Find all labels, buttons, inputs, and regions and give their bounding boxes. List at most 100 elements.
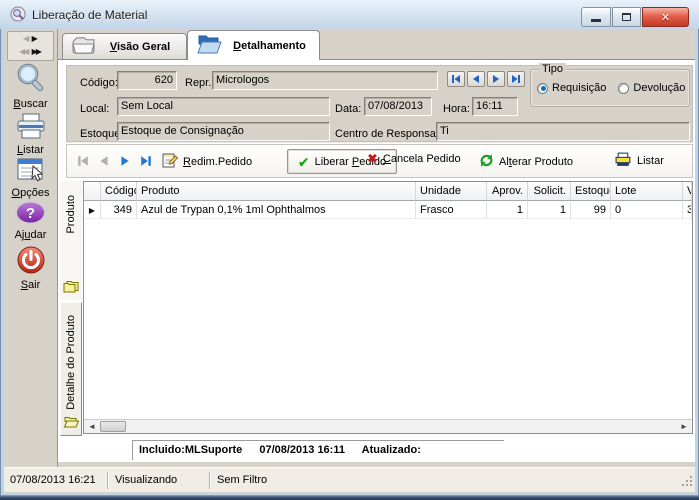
radio-requisicao[interactable]: Requisição (537, 82, 606, 94)
x-icon: ✖ (367, 153, 378, 165)
cell-aprov[interactable]: 1 (487, 201, 528, 219)
cell-v[interactable]: 3 (683, 201, 692, 219)
grid-col-v[interactable]: V (683, 182, 692, 201)
scroll-left-icon[interactable]: ◄ (84, 420, 100, 433)
tipo-groupbox: Tipo Requisição Devolução (530, 69, 690, 107)
data-field[interactable]: 07/08/2013 (364, 97, 432, 116)
grid-col-solicit[interactable]: Solicit. (528, 182, 571, 201)
next-icon[interactable] (119, 155, 131, 167)
nav-last-icon[interactable]: ▶▶ (32, 47, 40, 56)
grid-col-lote[interactable]: Lote (611, 182, 683, 201)
cell-unidade[interactable]: Frasco (416, 201, 487, 219)
atualizado-text: Atualizado: (362, 444, 421, 456)
grid-col-unidade[interactable]: Unidade (416, 182, 487, 201)
repr-label: Repr.: (185, 77, 214, 89)
record-audit-status: Incluido:MLSuporte 07/08/2013 16:11 Atua… (132, 440, 504, 460)
cell-estoque[interactable]: 99 (571, 201, 611, 219)
svg-text:?: ? (26, 205, 35, 222)
listar-button[interactable]: Listar (615, 152, 664, 170)
header-form-panel: Código: 620 Repr.: Micrologos Local: Sem… (66, 65, 693, 142)
nav-first-icon[interactable]: ◀◀ (19, 47, 27, 56)
skip-first-icon[interactable] (77, 155, 89, 167)
cell-lote[interactable]: 0 (611, 201, 683, 219)
sidebar-item-label: Listar (4, 144, 57, 156)
next-icon (491, 74, 501, 84)
title-bar: Liberação de Material ✕ (0, 0, 699, 29)
last-record-button[interactable] (507, 71, 525, 87)
sidebar-item-opcoes[interactable]: Opções (4, 157, 57, 199)
nav-next-icon[interactable]: ▶ (32, 34, 38, 43)
side-tab-label: Detalhe do Produto (65, 315, 77, 410)
estoque-field[interactable]: Estoque de Consignação (117, 122, 330, 141)
redim-pedido-button[interactable]: Redim.Pedido (161, 152, 252, 172)
sidebar-item-label: Opções (4, 187, 57, 199)
side-tab-detalhe-do-produto[interactable]: Detalhe do Produto (60, 302, 82, 436)
minimize-icon (591, 19, 601, 22)
skip-last-icon (511, 74, 521, 84)
grid-indicator-header (84, 182, 101, 201)
help-icon: ? (14, 216, 47, 228)
data-label: Data: (335, 103, 361, 115)
scroll-thumb[interactable] (100, 421, 126, 432)
skip-first-icon (451, 74, 461, 84)
side-tab-produto[interactable]: Produto (60, 181, 82, 300)
grid-col-aprov[interactable]: Aprov. (487, 182, 528, 201)
folders-closed-icon (63, 280, 79, 296)
radio-label: Requisição (552, 82, 606, 94)
next-record-button[interactable] (487, 71, 505, 87)
sidebar-item-label: Buscar (4, 98, 57, 110)
local-field[interactable]: Sem Local (117, 97, 330, 116)
radio-devolucao[interactable]: Devolução (618, 82, 685, 94)
alterar-produto-label: Alterar Produto (499, 156, 573, 168)
tab-visao-geral[interactable]: Visão Geral (62, 33, 187, 59)
redim-pedido-label: Redim.Pedido (183, 156, 252, 168)
hora-field[interactable]: 16:11 (472, 97, 518, 116)
maximize-icon (622, 13, 631, 21)
window-controls: ✕ (581, 7, 689, 27)
maximize-button[interactable] (612, 7, 641, 27)
tab-detalhamento[interactable]: Detalhamento (187, 30, 320, 60)
radio-label: Devolução (633, 82, 685, 94)
alterar-produto-button[interactable]: Alterar Produto (479, 153, 573, 171)
prev-icon[interactable] (98, 155, 110, 167)
sidebar-item-buscar[interactable]: Buscar (4, 62, 57, 110)
tab-label: Detalhamento (228, 40, 311, 52)
sidebar-item-sair[interactable]: Sair (4, 245, 57, 291)
side-tab-label: Produto (65, 195, 77, 234)
resize-grip[interactable] (681, 475, 693, 490)
products-grid[interactable]: Código Produto Unidade Aprov. Solicit. E… (83, 181, 693, 434)
centro-field[interactable]: Ti (436, 122, 690, 141)
cell-produto[interactable]: Azul de Trypan 0,1% 1ml Ophthalmos (137, 201, 416, 219)
sidebar-item-listar[interactable]: Listar (4, 113, 57, 156)
close-button[interactable]: ✕ (642, 7, 689, 27)
cell-codigo[interactable]: 349 (101, 201, 137, 219)
grid-header-row: Código Produto Unidade Aprov. Solicit. E… (84, 182, 692, 201)
minimize-button[interactable] (581, 7, 611, 27)
options-icon (16, 174, 46, 186)
cell-solicit[interactable]: 1 (528, 201, 571, 219)
scroll-right-icon[interactable]: ► (676, 420, 692, 433)
status-filter: Sem Filtro (211, 474, 695, 486)
prev-record-button[interactable] (467, 71, 485, 87)
grid-col-estoque[interactable]: Estoque (571, 182, 611, 201)
local-label: Local: (80, 103, 109, 115)
record-navigator-pad[interactable]: ◀ ▶ ◀◀ ▶▶ (7, 31, 54, 61)
power-icon (16, 266, 46, 278)
check-icon: ✔ (298, 156, 310, 168)
incluido-text: Incluido:MLSuporte (139, 444, 242, 456)
repr-field[interactable]: Micrologos (212, 71, 438, 90)
grid-row[interactable]: ▶ 349 Azul de Trypan 0,1% 1ml Ophthalmos… (84, 201, 692, 219)
skip-last-icon[interactable] (140, 155, 152, 167)
sidebar-item-ajudar[interactable]: ? Ajudar (4, 200, 57, 241)
grid-col-produto[interactable]: Produto (137, 182, 416, 201)
grid-col-codigo[interactable]: Código (101, 182, 137, 201)
nav-prev-icon[interactable]: ◀ (23, 34, 29, 43)
codigo-field[interactable]: 620 (117, 71, 177, 90)
listar-label: Listar (637, 155, 664, 167)
search-icon (15, 85, 47, 97)
detalhamento-sheet: Código: 620 Repr.: Micrologos Local: Sem… (58, 59, 695, 462)
first-record-button[interactable] (447, 71, 465, 87)
radio-selected-icon (537, 83, 548, 94)
cancela-pedido-button[interactable]: ✖ Cancela Pedido (367, 153, 461, 165)
grid-hscrollbar[interactable]: ◄ ► (84, 419, 692, 433)
